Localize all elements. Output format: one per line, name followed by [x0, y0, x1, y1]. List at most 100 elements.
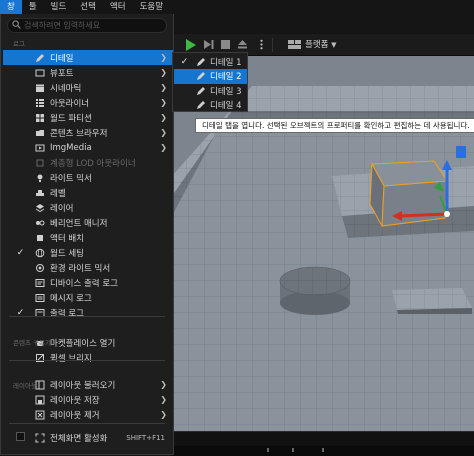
menu-search-box[interactable]	[7, 18, 167, 33]
menu-item-label: 마켓플레이스 열기	[50, 338, 116, 349]
chevron-right-icon: ❯	[160, 98, 167, 107]
menu-item-label: 환경 라이트 믹서	[50, 263, 111, 274]
submenu-item-label: 디테일 1	[210, 57, 242, 68]
menu-item-label: 퀵셀 브리지	[50, 353, 92, 364]
bottom-bar	[172, 431, 474, 456]
clapper-icon	[35, 83, 45, 93]
more-options-icon[interactable]	[256, 39, 267, 50]
menu-item-label: 뷰포트	[50, 68, 74, 79]
menu-item-label: 레이어	[50, 203, 74, 214]
search-input[interactable]	[24, 21, 162, 30]
platform-button[interactable]: 플랫폼 ▼	[305, 38, 337, 52]
menu-window[interactable]: 창	[0, 0, 22, 14]
menu-item-label: 콘텐츠 브라우저	[50, 128, 108, 139]
step-play-icon[interactable]	[203, 39, 214, 50]
menu-divider	[9, 316, 165, 317]
menu-item[interactable]: 라이트 믹서	[3, 170, 173, 185]
menu-item-label: 라이트 믹서	[50, 173, 92, 184]
chevron-right-icon: ❯	[160, 53, 167, 62]
menu-item[interactable]: 아웃라이너 ❯	[3, 95, 173, 110]
timeline-tick	[267, 448, 269, 452]
submenu-item-label: 디테일 3	[210, 86, 242, 97]
menu-item[interactable]: 퀵셀 브리지	[3, 350, 173, 365]
submenu-item-label: 디테일 2	[210, 72, 242, 82]
menu-item[interactable]: 전체화면 활성화 SHIFT+F11	[3, 430, 173, 445]
menu-item-label: 전체화면 활성화	[50, 433, 108, 444]
menu-item[interactable]: 디테일 ❯	[3, 50, 173, 65]
menu-item-label: 레이아웃 제거	[50, 410, 100, 421]
window-menu-dropdown: 로그 디테일❯뷰포트❯시네마틱❯아웃라이너❯월드 파티션❯콘텐츠 브라우저❯Im…	[0, 14, 174, 455]
menu-tools[interactable]: 툴	[22, 0, 44, 14]
layers-icon	[35, 203, 45, 213]
menu-help[interactable]: 도움말	[133, 0, 170, 14]
timeline-tick	[292, 448, 294, 452]
menu-item-label: 레이아웃 불러오기	[50, 380, 116, 391]
checkbox-icon[interactable]	[16, 431, 25, 444]
device-log-icon	[35, 278, 45, 288]
section-label-layout: 레이아웃	[13, 382, 37, 390]
shortcut-label: SHIFT+F11	[126, 433, 165, 442]
menu-item[interactable]: 월드 파티션 ❯	[3, 110, 173, 125]
globe-icon	[35, 248, 45, 258]
menu-item[interactable]: 레이어	[3, 200, 173, 215]
chevron-down-icon: ▼	[331, 41, 337, 49]
menu-item[interactable]: ✓ 월드 세팅	[3, 245, 173, 260]
menu-item-label: 메시지 로그	[50, 293, 92, 304]
menu-item-label: 디테일	[50, 53, 74, 64]
details-submenu: ✓ 디테일 1 디테일 2 디테일 3 디테일 4	[172, 52, 248, 112]
stop-icon[interactable]	[220, 39, 231, 50]
submenu-item[interactable]: 디테일 2	[174, 68, 247, 84]
pencil-icon	[196, 71, 206, 81]
menu-item[interactable]: 콘텐츠 브라우저 ❯	[3, 125, 173, 140]
platform-icon	[288, 39, 301, 50]
chevron-right-icon: ❯	[160, 83, 167, 92]
section-label-content: 콘텐츠 구독기	[13, 339, 51, 347]
toolbar-divider	[272, 38, 273, 52]
menu-item[interactable]: 레이아웃 저장 ❯	[3, 392, 173, 407]
chevron-right-icon: ❯	[160, 410, 167, 419]
menu-select[interactable]: 선택	[73, 0, 103, 14]
pencil-icon	[35, 53, 45, 63]
ramp-mesh[interactable]	[392, 288, 472, 310]
media-icon	[35, 143, 45, 153]
cylinder-mesh[interactable]	[279, 266, 351, 315]
chevron-right-icon: ❯	[160, 380, 167, 389]
menu-actor[interactable]: 액터	[103, 0, 133, 14]
play-icon[interactable]	[186, 39, 196, 51]
submenu-item[interactable]: 디테일 4	[174, 98, 247, 113]
eject-icon[interactable]	[237, 39, 248, 50]
submenu-item[interactable]: 디테일 3	[174, 83, 247, 98]
section-label-level: 로그	[13, 40, 25, 48]
submenu-item[interactable]: ✓ 디테일 1	[174, 54, 247, 69]
folder-icon	[35, 128, 45, 138]
menu-item-label: 시네마틱	[50, 83, 82, 94]
menu-item[interactable]: ✓ 출력 로그	[3, 305, 173, 320]
hlod-icon	[35, 158, 45, 168]
menu-item[interactable]: 뷰포트 ❯	[3, 65, 173, 80]
message-log-icon	[35, 293, 45, 303]
chevron-right-icon: ❯	[160, 128, 167, 137]
menu-item[interactable]: 액터 배치	[3, 230, 173, 245]
pencil-icon	[196, 86, 206, 96]
menu-item[interactable]: 환경 라이트 믹서	[3, 260, 173, 275]
env-light-icon	[35, 263, 45, 273]
menu-item[interactable]: ImgMedia ❯	[3, 140, 173, 155]
menu-bar: 창 툴 빌드 선택 액터 도움말	[0, 0, 474, 14]
menu-item-label: 월드 파티션	[50, 113, 92, 124]
checkmark-icon: ✓	[180, 56, 189, 67]
menu-item-label: 계층형 LOD 아웃라이너	[50, 158, 136, 169]
menu-item-label: 레벨	[50, 188, 66, 199]
menu-item[interactable]: 메시지 로그	[3, 290, 173, 305]
search-icon	[12, 19, 21, 32]
menu-item[interactable]: 디바이스 출력 로그	[3, 275, 173, 290]
menu-build[interactable]: 빌드	[44, 0, 74, 14]
menu-item[interactable]: 레벨	[3, 185, 173, 200]
chevron-right-icon: ❯	[160, 113, 167, 122]
menu-divider	[9, 423, 165, 424]
menu-item[interactable]: 레이아웃 제거 ❯	[3, 407, 173, 422]
menu-item[interactable]: 베리언트 매니저	[3, 215, 173, 230]
menu-item[interactable]: 시네마틱 ❯	[3, 80, 173, 95]
menu-divider	[9, 360, 165, 361]
grid-icon	[35, 113, 45, 123]
editor-top-strip	[172, 14, 474, 34]
